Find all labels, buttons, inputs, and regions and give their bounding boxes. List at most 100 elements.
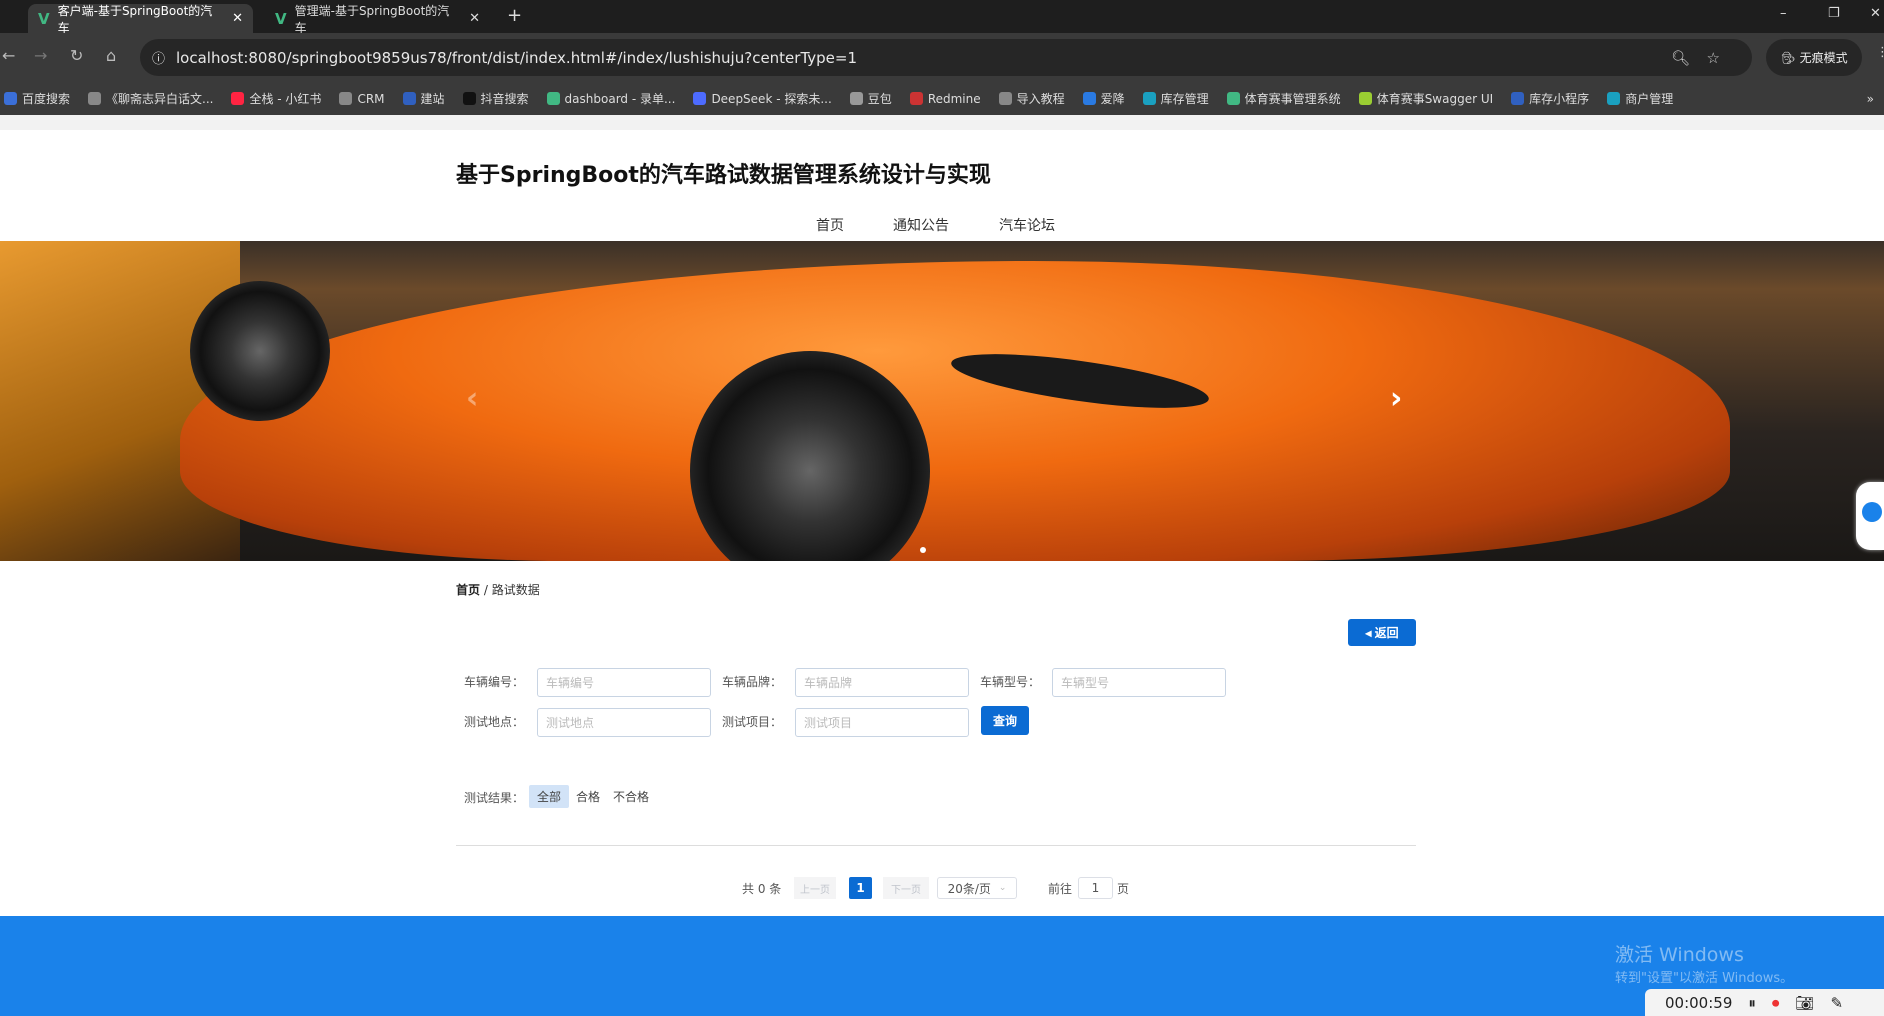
bookmark-icon	[402, 92, 416, 105]
bookmarks-bar: 百度搜索 《聊斋志异白话文... 全栈 - 小红书 CRM 建站 抖音搜索 dashboar…	[0, 82, 1884, 115]
assistant-icon	[1862, 502, 1882, 522]
floating-assistant-button[interactable]	[1856, 482, 1884, 550]
vehicle-no-input[interactable]	[537, 668, 711, 697]
bookmark-label: 《聊斋志异白话文...	[106, 92, 214, 106]
bookmark-item[interactable]: 百度搜索	[4, 90, 70, 107]
bookmark-icon	[231, 92, 245, 105]
tab-client[interactable]: V 客户端-基于SpringBoot的汽车 ✕	[28, 3, 253, 35]
star-icon[interactable]: ☆	[1707, 49, 1720, 67]
bookmark-item[interactable]: 抖音搜索	[462, 90, 529, 107]
filter-fail[interactable]: 不合格	[605, 785, 657, 808]
bookmark-label: 导入教程	[1016, 92, 1065, 106]
vehicle-brand-input[interactable]	[795, 668, 969, 697]
bookmark-label: dashboard - 录单...	[564, 92, 676, 106]
url-text: localhost:8080/springboot9859us78/front/…	[176, 48, 858, 67]
bookmark-item[interactable]: DeepSeek - 探索未...	[693, 90, 832, 107]
search-button[interactable]: 查询	[981, 706, 1029, 735]
bookmark-label: 全栈 - 小红书	[249, 92, 322, 106]
bookmark-item[interactable]: 库存小程序	[1511, 90, 1589, 107]
menu-icon[interactable]: ⋮	[1876, 45, 1884, 60]
minimize-button[interactable]: –	[1780, 6, 1787, 21]
back-button[interactable]: ◂ 返回	[1348, 619, 1416, 646]
bookmark-item[interactable]: 体育赛事管理系统	[1226, 90, 1341, 107]
page-1-button[interactable]: 1	[849, 877, 872, 899]
close-icon[interactable]: ✕	[469, 11, 480, 26]
carousel-indicator[interactable]	[920, 547, 926, 553]
bookmarks-overflow-icon[interactable]: »	[1867, 92, 1874, 106]
nav-home[interactable]: 首页	[816, 215, 844, 235]
top-strip	[0, 115, 1884, 130]
bookmark-icon	[546, 92, 560, 105]
page-size-value: 20条/页	[947, 881, 991, 896]
bookmark-item[interactable]: 库存管理	[1142, 90, 1209, 107]
goto-page-input[interactable]: 1	[1078, 877, 1113, 899]
bookmark-item[interactable]: 豆包	[849, 90, 892, 107]
bookmark-label: DeepSeek - 探索未...	[711, 92, 832, 106]
page-unit: 页	[1117, 881, 1130, 896]
total-count: 共 0 条	[742, 881, 782, 896]
reload-icon[interactable]: ↻	[70, 46, 83, 65]
breadcrumb-current: 路试数据	[491, 583, 540, 597]
carousel-prev-icon[interactable]: ‹	[466, 381, 478, 416]
filter-pass[interactable]: 合格	[568, 785, 608, 808]
breadcrumb-home[interactable]: 首页	[456, 583, 480, 597]
bookmark-item[interactable]: Redmine	[909, 91, 981, 106]
pause-icon[interactable]: ⏸	[1748, 994, 1756, 1012]
tab-label: 客户端-基于SpringBoot的汽车	[57, 3, 213, 35]
vue-icon: V	[38, 9, 50, 28]
address-bar-row: ← → ↻ ⌂ ⓘ localhost:8080/springboot9859us…	[0, 33, 1884, 82]
field-label: 测试项目：	[722, 715, 783, 729]
vehicle-model-input[interactable]	[1052, 668, 1226, 697]
breadcrumb: 首页 / 路试数据	[456, 581, 540, 598]
nav-forum[interactable]: 汽车论坛	[999, 215, 1055, 235]
close-window-button[interactable]: ✕	[1870, 6, 1881, 21]
bookmark-item[interactable]: CRM	[339, 92, 385, 106]
site-title: 基于SpringBoot的汽车路试数据管理系统设计与实现	[456, 163, 991, 188]
bookmark-label: 库存管理	[1160, 92, 1209, 106]
result-label: 测试结果：	[464, 791, 525, 805]
page-size-select[interactable]: 20条/页 ⌄	[937, 877, 1017, 899]
bookmark-icon	[1511, 92, 1525, 105]
divider	[456, 845, 1416, 846]
bookmark-icon	[909, 92, 923, 105]
carousel-next-icon[interactable]: ›	[1390, 381, 1402, 416]
car-image	[180, 261, 1730, 561]
new-tab-button[interactable]: +	[507, 5, 522, 26]
forward-icon[interactable]: →	[34, 46, 47, 65]
nav-notices[interactable]: 通知公告	[893, 215, 949, 235]
bookmark-label: 百度搜索	[22, 92, 71, 106]
car-wheel-image	[190, 281, 330, 421]
back-icon[interactable]: ←	[2, 46, 15, 65]
incognito-icon: 🕵︎	[1780, 50, 1796, 65]
bookmark-item[interactable]: 导入教程	[998, 90, 1065, 107]
bookmark-item[interactable]: 体育赛事Swagger UI	[1358, 90, 1493, 107]
bookmark-icon	[1226, 92, 1240, 105]
bookmark-item[interactable]: 《聊斋志异白话文...	[88, 90, 213, 107]
url-input[interactable]: ⓘ localhost:8080/springboot9859us78/front…	[140, 39, 1752, 76]
field-label: 车辆型号：	[980, 675, 1041, 689]
screen-recorder-bar: 00:00:59 ⏸ ⏺ 📷︎ ✎	[1645, 989, 1884, 1016]
bookmark-item[interactable]: dashboard - 录单...	[546, 90, 676, 107]
close-icon[interactable]: ✕	[232, 11, 243, 26]
bookmark-item[interactable]: 爱降	[1082, 90, 1125, 107]
camera-icon[interactable]: 📷︎	[1795, 994, 1814, 1012]
incognito-button[interactable]: 🕵︎ 无痕模式	[1766, 39, 1862, 76]
bookmark-label: Redmine	[927, 91, 981, 106]
stop-record-icon[interactable]: ⏺	[1772, 994, 1780, 1012]
filter-all[interactable]: 全部	[529, 785, 570, 808]
test-item-input[interactable]	[795, 708, 969, 737]
prev-page-button[interactable]: 上一页	[794, 877, 836, 899]
bookmark-item[interactable]: 全栈 - 小红书	[231, 90, 321, 107]
tab-admin[interactable]: V 管理端-基于SpringBoot的汽车 ✕	[265, 4, 490, 35]
home-icon[interactable]: ⌂	[106, 46, 116, 65]
chevron-down-icon: ⌄	[998, 883, 1007, 893]
restore-button[interactable]: ❐	[1828, 6, 1840, 21]
bookmark-item[interactable]: 建站	[402, 90, 445, 107]
bookmark-item[interactable]: 商户管理	[1607, 90, 1673, 107]
zoom-icon[interactable]: 🔍︎	[1671, 49, 1690, 67]
breadcrumb-separator: /	[483, 583, 488, 597]
test-location-input[interactable]	[537, 708, 711, 737]
pen-icon[interactable]: ✎	[1830, 994, 1843, 1012]
next-page-button[interactable]: 下一页	[883, 877, 929, 899]
bookmark-label: 抖音搜索	[480, 92, 529, 106]
